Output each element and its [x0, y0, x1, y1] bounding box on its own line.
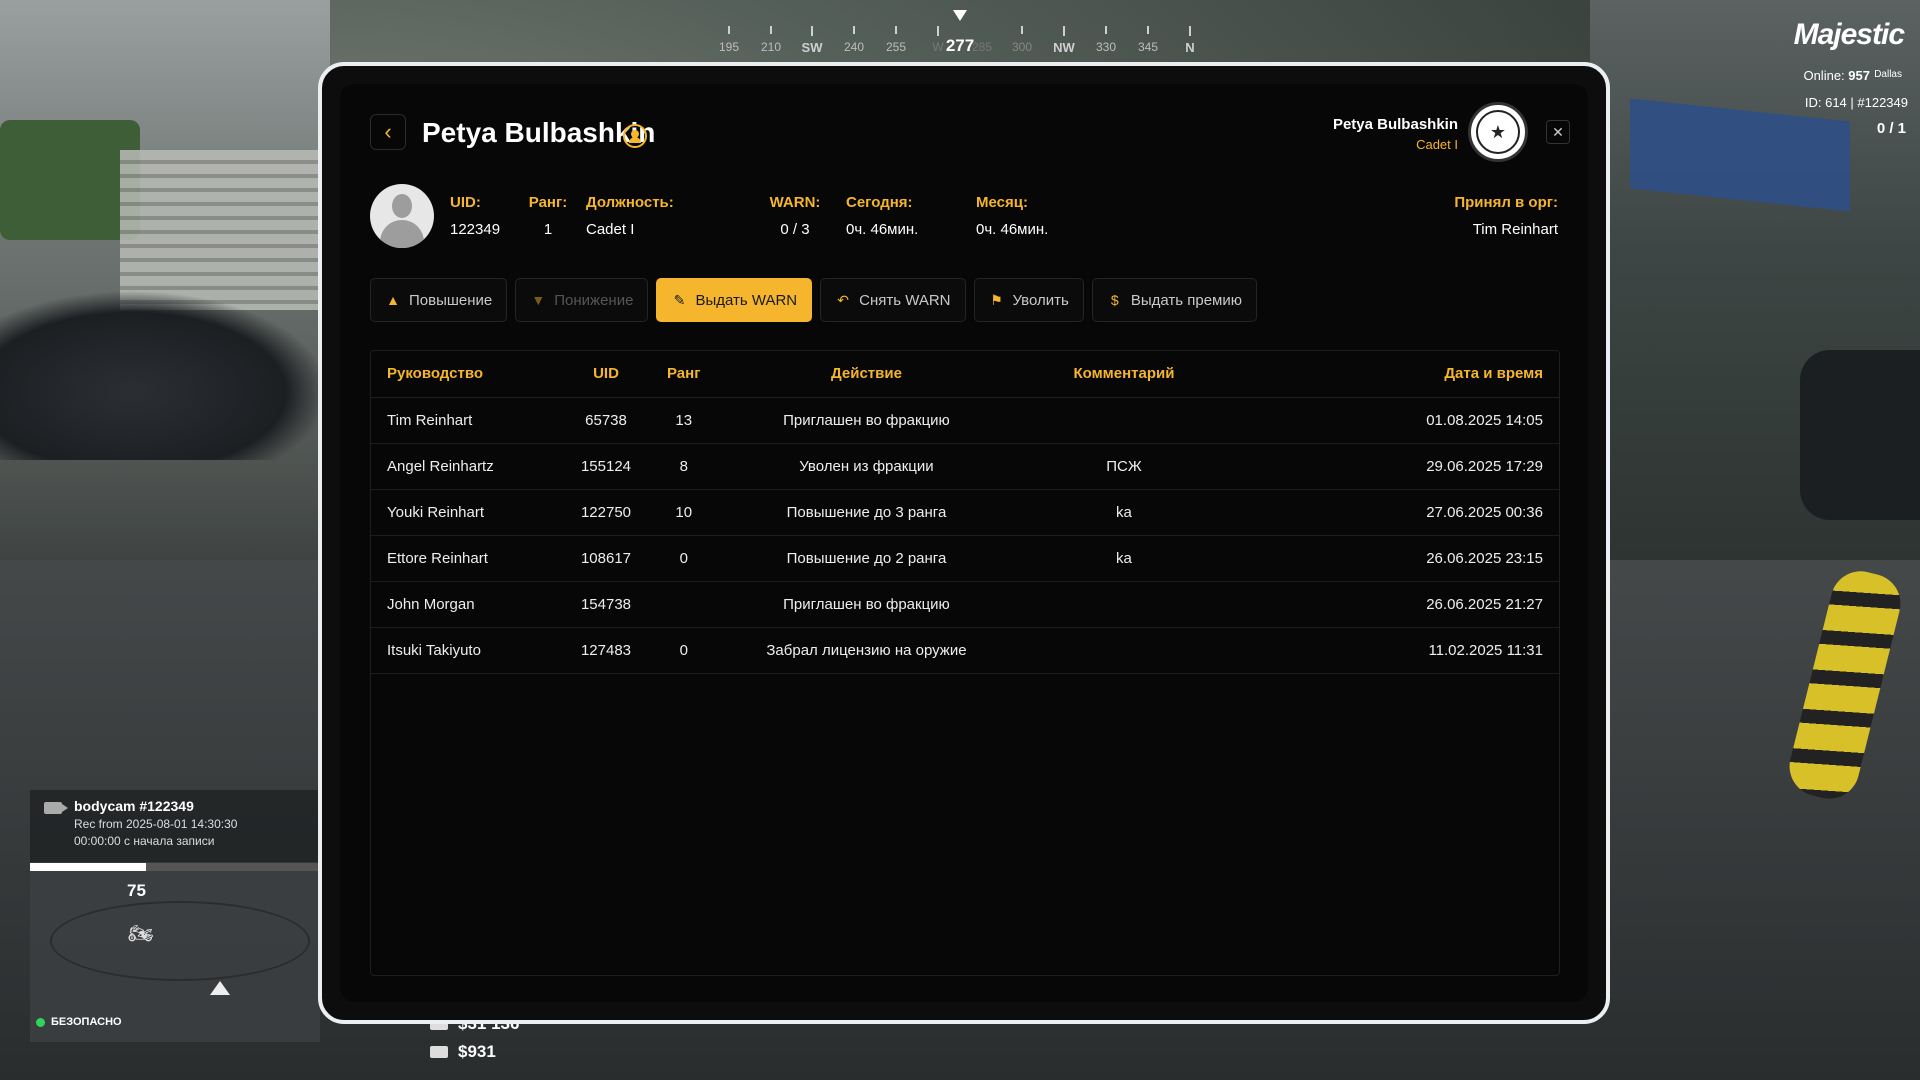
action-bar: ▲ Повышение ▼ Понижение ✎ Выдать WARN ↶ Снят…: [370, 278, 1257, 322]
card-icon: [430, 1046, 448, 1058]
position-field: Должность: Cadet I: [586, 194, 674, 238]
header-user-name: Petya Bulbashkin: [1332, 116, 1458, 133]
compass-label: 300: [1011, 40, 1033, 54]
player-id: ID: 614 | #122349: [1804, 95, 1908, 110]
compass-label: 240: [843, 40, 865, 54]
safe-zone-status: БЕЗОПАСНО: [36, 1016, 122, 1028]
table-row[interactable]: Tim Reinhart 65738 13 Приглашен во фракцию 0…: [371, 397, 1559, 444]
tablet-frame: ‹ Petya Bulbashkin Petya Bulbashkin Cade…: [318, 62, 1610, 1024]
demote-button[interactable]: ▼ Понижение: [515, 278, 649, 322]
compass-pointer-icon: [953, 10, 967, 21]
table-row[interactable]: Itsuki Takiyuto 127483 0 Забрал лицензию на…: [371, 627, 1559, 674]
bodycam-panel: bodycam #122349 Rec from 2025-08-01 14:3…: [30, 790, 320, 862]
chevron-left-icon: ‹: [384, 119, 392, 144]
car-background: [0, 290, 330, 460]
speedometer: 75: [127, 881, 146, 900]
member-profile-screen: ‹ Petya Bulbashkin Petya Bulbashkin Cade…: [340, 84, 1588, 1002]
server-name: Dallas: [1874, 69, 1902, 80]
header-user-rank: Cadet I: [1416, 137, 1458, 152]
uid-field: UID: 122349: [450, 194, 501, 238]
compass-label: N: [1185, 40, 1195, 55]
give-bonus-button[interactable]: $ Выдать премию: [1091, 278, 1257, 322]
user-icon: [623, 124, 647, 148]
table-header-row: Руководство UID Ранг Действие Комментари…: [371, 351, 1559, 398]
compass-label: 210: [760, 40, 782, 54]
history-table: Руководство UID Ранг Действие Комментари…: [370, 350, 1560, 976]
table-row[interactable]: Youki Reinhart 122750 10 Повышение до 3 ран…: [371, 489, 1559, 536]
coin-icon: $: [1110, 292, 1119, 308]
table-row[interactable]: Angel Reinhartz 155124 8 Уволен из фракции П…: [371, 443, 1559, 490]
member-name: Petya Bulbashkin: [422, 117, 656, 148]
ammo-counter: 0 / 1: [1876, 120, 1906, 137]
undo-icon: ↶: [837, 291, 849, 308]
month-field: Месяц: 0ч. 46мин.: [976, 194, 1049, 238]
bodycam-elapsed: 00:00:00 с начала записи: [74, 834, 215, 848]
compass-label: SW: [801, 40, 823, 55]
warn-doc-icon: ✎: [673, 291, 686, 308]
fire-icon: ⚑: [990, 291, 1003, 308]
compass-heading: 277: [945, 36, 975, 55]
bodycam-progress: [30, 863, 320, 871]
compass-label: W: [932, 40, 944, 54]
car-background-right: [1800, 350, 1920, 520]
col-header: Действие: [716, 351, 1017, 398]
fire-button[interactable]: ⚑ Уволить: [973, 278, 1084, 322]
table-row[interactable]: Ettore Reinhart 108617 0 Повышение до 2 ран…: [371, 535, 1559, 582]
warn-field: WARN: 0 / 3: [769, 194, 821, 238]
close-button[interactable]: ✕: [1546, 120, 1570, 144]
chevron-up-icon: ▲: [386, 292, 400, 308]
status-dot-icon: [36, 1017, 45, 1027]
compass: 195 210 SW 240 255 W 285 300 NW 330 345 …: [700, 0, 1220, 60]
compass-label: NW: [1053, 40, 1075, 55]
promote-button[interactable]: ▲ Повышение: [370, 278, 508, 322]
avatar: [370, 184, 434, 248]
col-header: Ранг: [651, 351, 717, 398]
player-arrow-icon: [210, 981, 230, 995]
compass-label: 285: [971, 40, 993, 54]
motorcycle-icon: 🏍: [128, 923, 154, 945]
stairs-background: [120, 150, 320, 310]
give-warn-button[interactable]: ✎ Выдать WARN: [656, 278, 813, 322]
close-icon: ✕: [1552, 123, 1564, 140]
back-button[interactable]: ‹: [370, 114, 406, 150]
online-count: Online: 957: [1803, 68, 1870, 83]
hedge-background: [0, 120, 140, 240]
compass-label: 195: [718, 40, 740, 54]
bank-display: $931: [430, 1042, 496, 1062]
today-field: Сегодня: 0ч. 46мин.: [846, 194, 919, 238]
compass-label: 330: [1095, 40, 1117, 54]
camera-icon: [44, 802, 68, 814]
rank-field: Ранг: 1: [528, 194, 568, 238]
col-header: Комментарий: [1016, 351, 1232, 398]
col-header: Руководство: [371, 351, 561, 398]
bodycam-rec-from: Rec from 2025-08-01 14:30:30: [74, 817, 238, 831]
header-user: Petya Bulbashkin Cadet I: [1333, 116, 1458, 152]
bodycam-title: bodycam #122349: [74, 798, 194, 814]
col-header: Дата и время: [1231, 351, 1559, 398]
chevron-down-icon: ▼: [531, 292, 546, 308]
table-row[interactable]: John Morgan 154738 Приглашен во фракцию 26.…: [371, 581, 1559, 628]
accepted-by-field: Принял в орг: Tim Reinhart: [1454, 194, 1558, 238]
compass-label: 255: [885, 40, 907, 54]
compass-label: 345: [1137, 40, 1159, 54]
brand-logo: Majestic: [1793, 18, 1905, 51]
police-badge-icon: ★: [1468, 102, 1528, 162]
col-header: UID: [561, 351, 651, 398]
remove-warn-button[interactable]: ↶ Снять WARN: [820, 278, 966, 322]
